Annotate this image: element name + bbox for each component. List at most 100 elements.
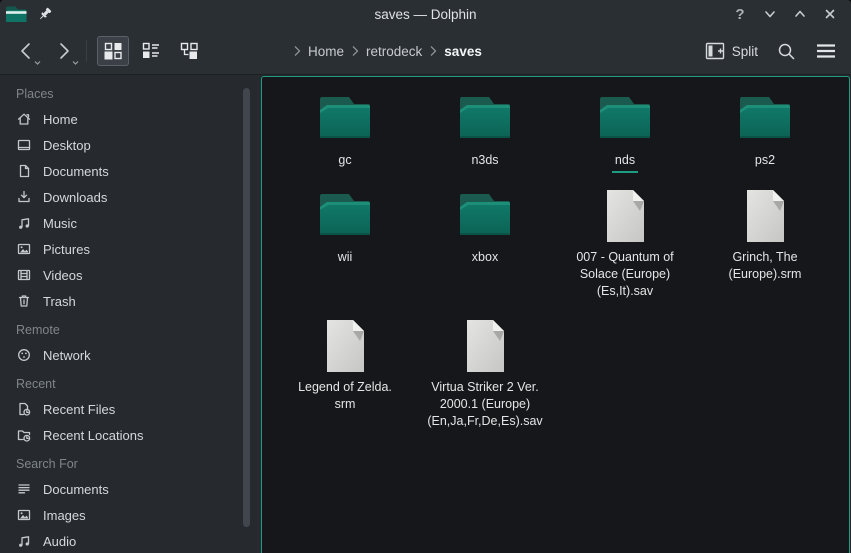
breadcrumb: Home retrodeck saves [293,44,482,59]
folder-icon [737,93,793,145]
item-label: xbox [472,249,498,266]
tree-view-button[interactable] [173,36,205,66]
sidebar-item-label: Documents [43,482,109,497]
item-label: Virtua Striker 2 Ver. 2000.1 (Europe) (E… [427,379,542,430]
file-icon [466,320,504,372]
sidebar-item-search-documents[interactable]: Documents [0,476,261,502]
sidebar-item-recent-files[interactable]: Recent Files [0,396,261,422]
icons-view-button[interactable] [97,36,129,66]
minimize-icon[interactable] [759,3,781,25]
breadcrumb-saves[interactable]: saves [444,44,482,59]
folder-item-xbox[interactable]: xbox [415,190,555,320]
item-label: nds [612,152,638,173]
sidebar-scrollbar[interactable] [243,88,250,527]
folder-icon [317,190,373,242]
item-label: ps2 [755,152,775,169]
places-panel: Places Home Desktop Documents Downloads … [0,75,261,553]
film-icon [15,267,32,284]
sidebar-item-network[interactable]: Network [0,342,261,368]
text-lines-icon [15,481,32,498]
folder-item-n3ds[interactable]: n3ds [415,93,555,190]
file-item-007-quantum-of-solace[interactable]: 007 - Quantum of Solace (Europe) (Es,It)… [555,190,695,320]
icons-view-icon [103,41,123,61]
sidebar-item-home[interactable]: Home [0,106,261,132]
file-item-virtua-striker[interactable]: Virtua Striker 2 Ver. 2000.1 (Europe) (E… [415,320,555,450]
image-icon [15,507,32,524]
item-label: wii [338,249,353,266]
sidebar-item-recent-locations[interactable]: Recent Locations [0,422,261,448]
folder-view[interactable]: gc n3ds nds ps2 wii [261,76,850,553]
sidebar-item-label: Trash [43,294,76,309]
toolbar-separator [86,40,87,62]
pin-icon[interactable] [37,6,53,22]
sidebar-item-downloads[interactable]: Downloads [0,184,261,210]
help-icon[interactable]: ? [729,3,751,25]
home-icon [15,111,32,128]
sidebar-item-label: Pictures [43,242,90,257]
sidebar-item-label: Images [43,508,86,523]
folder-icon [597,93,653,145]
split-button-label: Split [732,44,758,59]
file-icon [326,320,364,372]
split-view-icon [705,41,725,61]
music-note-icon [15,533,32,550]
sidebar-item-label: Recent Locations [43,428,143,443]
sidebar-item-label: Home [43,112,78,127]
dolphin-window: saves — Dolphin [0,0,851,553]
trash-icon [15,293,32,310]
file-item-grinch-the[interactable]: Grinch, The (Europe).srm [695,190,835,320]
window-title: saves — Dolphin [0,7,851,22]
folder-icon [457,93,513,145]
sidebar-item-search-audio[interactable]: Audio [0,528,261,553]
sidebar-item-trash[interactable]: Trash [0,288,261,314]
section-header-recent: Recent [0,368,261,396]
sidebar-item-label: Music [43,216,77,231]
file-icon [606,190,644,242]
breadcrumb-chevron-icon [293,45,301,57]
item-label: Grinch, The (Europe).srm [729,249,802,283]
tree-view-icon [179,41,199,61]
back-button[interactable] [12,38,40,64]
close-icon[interactable] [819,3,841,25]
details-view-button[interactable] [135,36,167,66]
titlebar[interactable]: saves — Dolphin [0,0,851,28]
item-label: gc [338,152,351,169]
sidebar-item-label: Videos [43,268,83,283]
breadcrumb-home[interactable]: Home [308,44,344,59]
document-icon [15,163,32,180]
folder-item-gc[interactable]: gc [275,93,415,190]
section-header-remote: Remote [0,314,261,342]
sidebar-item-label: Audio [43,534,76,549]
folder-item-wii[interactable]: wii [275,190,415,320]
back-dropdown-caret-icon [33,60,42,66]
section-header-places: Places [0,78,261,106]
network-icon [15,347,32,364]
file-icon [746,190,784,242]
folder-item-ps2[interactable]: ps2 [695,93,835,190]
search-icon[interactable] [776,41,797,62]
file-item-legend-of-zelda[interactable]: Legend of Zelda. srm [275,320,415,450]
sidebar-item-pictures[interactable]: Pictures [0,236,261,262]
sidebar-item-search-images[interactable]: Images [0,502,261,528]
dolphin-folder-icon [5,5,28,24]
maximize-icon[interactable] [789,3,811,25]
details-view-icon [141,41,161,61]
forward-button[interactable] [50,38,78,64]
sidebar-item-music[interactable]: Music [0,210,261,236]
split-button[interactable]: Split [705,41,758,61]
sidebar-item-label: Network [43,348,91,363]
sidebar-item-label: Desktop [43,138,91,153]
folder-item-nds[interactable]: nds [555,93,695,190]
folder-icon [457,190,513,242]
item-label: n3ds [471,152,498,169]
forward-dropdown-caret-icon [71,60,80,66]
sidebar-item-desktop[interactable]: Desktop [0,132,261,158]
file-clock-icon [15,401,32,418]
sidebar-item-videos[interactable]: Videos [0,262,261,288]
toolbar: Home retrodeck saves Split [0,28,851,75]
item-label: 007 - Quantum of Solace (Europe) (Es,It)… [576,249,673,300]
sidebar-item-documents[interactable]: Documents [0,158,261,184]
hamburger-menu-icon[interactable] [815,42,837,60]
folder-icon [317,93,373,145]
breadcrumb-retrodeck[interactable]: retrodeck [366,44,422,59]
